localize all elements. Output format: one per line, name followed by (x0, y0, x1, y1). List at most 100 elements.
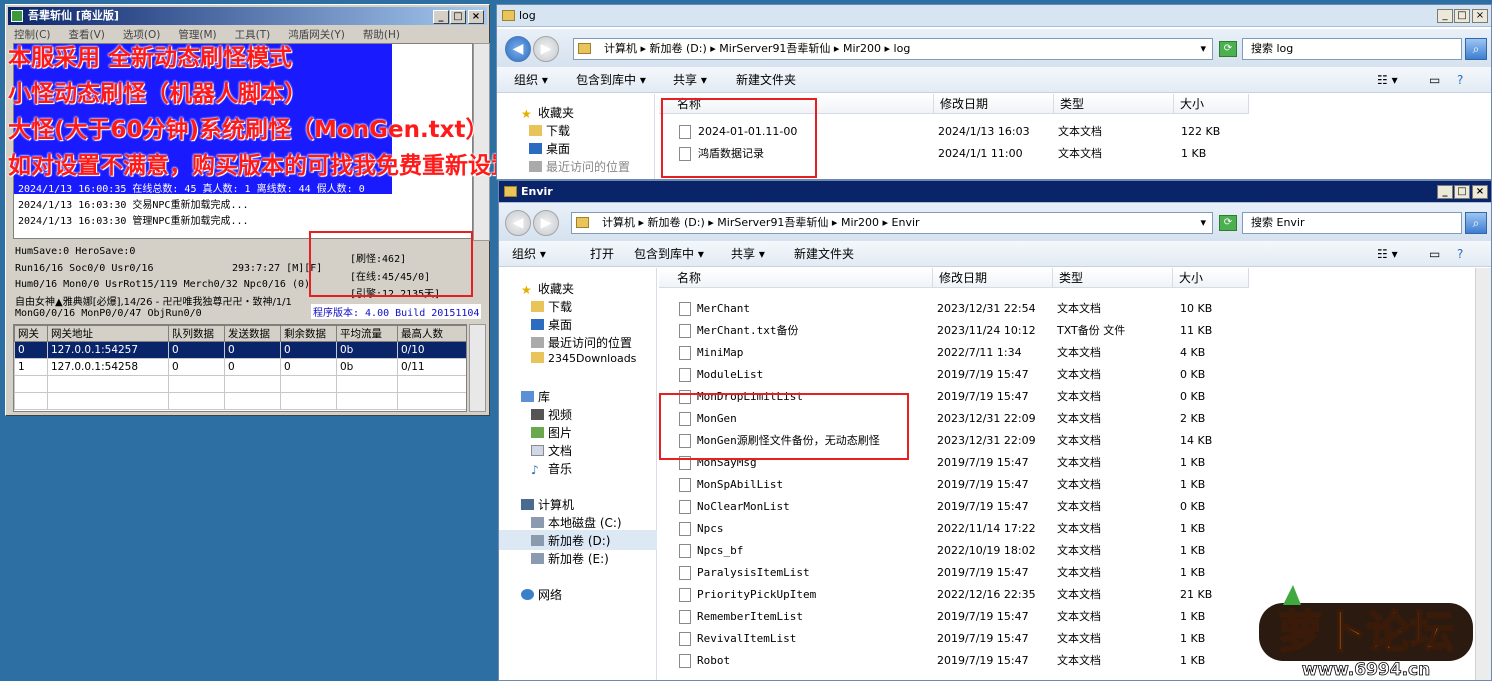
nav-pictures[interactable]: 图片 (531, 424, 572, 441)
search-icon[interactable]: ⌕ (1465, 212, 1487, 234)
breadcrumb-folder[interactable]: Mir200 (843, 42, 881, 55)
col-name[interactable]: 名称 (671, 268, 933, 288)
refresh-icon[interactable]: ⟳ (1219, 41, 1237, 57)
close-button[interactable]: × (1472, 9, 1488, 23)
list-item[interactable]: MonSpAbilList 2019/7/19 15:47 文本文档 1 KB (659, 474, 1259, 496)
forward-button[interactable]: ▶ (533, 210, 559, 236)
help-icon[interactable]: ? (1457, 241, 1463, 267)
nav-recent[interactable]: 最近访问的位置 (531, 334, 632, 351)
minimize-button[interactable]: _ (433, 10, 449, 24)
nav-drive-c[interactable]: 本地磁盘 (C:) (531, 514, 622, 531)
nav-libraries[interactable]: 库 (521, 388, 550, 405)
list-item[interactable]: ParalysisItemList 2019/7/19 15:47 文本文档 1 KB (659, 562, 1259, 584)
close-button[interactable]: × (1472, 185, 1488, 199)
preview-pane-icon[interactable]: ▭ (1429, 67, 1440, 93)
nav-desktop[interactable]: 桌面 (529, 140, 570, 157)
breadcrumb-computer[interactable]: 计算机 (604, 42, 637, 55)
list-item[interactable]: MerChant.txt备份 2023/11/24 10:12 TXT备份 文件 11… (659, 320, 1259, 342)
col-size[interactable]: 大小 (1174, 94, 1249, 114)
nav-drive-e[interactable]: 新加卷 (E:) (531, 550, 609, 567)
list-item[interactable]: RevivalItemList 2019/7/19 15:47 文本文档 1 KB (659, 628, 1259, 650)
breadcrumb-folder[interactable]: MirServer91吾辈斩仙 (717, 216, 828, 229)
nav-network[interactable]: 网络 (521, 586, 562, 603)
organize-button[interactable]: 组织 ▾ (512, 241, 546, 267)
include-library-button[interactable]: 包含到库中 ▾ (634, 241, 704, 267)
col-type[interactable]: 类型 (1053, 268, 1173, 288)
breadcrumb-computer[interactable]: 计算机 (602, 216, 635, 229)
table-row[interactable]: 0 127.0.0.1:54257 0 0 0 0b 0/10 (14, 341, 466, 359)
col-date[interactable]: 修改日期 (933, 268, 1053, 288)
help-icon[interactable]: ? (1457, 67, 1463, 93)
share-button[interactable]: 共享 ▾ (731, 241, 765, 267)
chevron-down-icon[interactable]: ▾ (1200, 39, 1206, 59)
nav-downloads[interactable]: 下载 (531, 298, 572, 315)
nav-documents[interactable]: 文档 (531, 442, 572, 459)
nav-music[interactable]: ♪ 音乐 (531, 460, 572, 477)
share-button[interactable]: 共享 ▾ (673, 67, 707, 93)
forward-button[interactable]: ▶ (533, 36, 559, 62)
col-sent[interactable]: 发送数据 (224, 325, 281, 342)
new-folder-button[interactable]: 新建文件夹 (794, 241, 854, 267)
list-item[interactable]: Robot 2019/7/19 15:47 文本文档 1 KB (659, 650, 1259, 672)
close-button[interactable]: × (468, 10, 484, 24)
maximize-button[interactable]: □ (450, 10, 466, 24)
list-item[interactable]: NoClearMonList 2019/7/19 15:47 文本文档 0 KB (659, 496, 1259, 518)
table-scrollbar[interactable] (469, 324, 486, 412)
chevron-down-icon[interactable]: ▾ (1200, 213, 1206, 233)
list-item[interactable]: MiniMap 2022/7/11 1:34 文本文档 4 KB (659, 342, 1259, 364)
maximize-button[interactable]: □ (1454, 9, 1470, 23)
organize-button[interactable]: 组织 ▾ (514, 67, 548, 93)
nav-favorites[interactable]: ★ 收藏夹 (521, 104, 574, 121)
col-gateway[interactable]: 网关 (14, 325, 48, 342)
minimize-button[interactable]: _ (1437, 185, 1453, 199)
col-remaining[interactable]: 剩余数据 (280, 325, 337, 342)
nav-2345downloads[interactable]: 2345Downloads (531, 352, 636, 365)
table-row[interactable]: 1 127.0.0.1:54258 0 0 0 0b 0/11 (14, 358, 466, 376)
nav-favorites[interactable]: ★ 收藏夹 (521, 280, 574, 297)
maximize-button[interactable]: □ (1454, 185, 1470, 199)
back-button[interactable]: ◀ (505, 210, 531, 236)
include-library-button[interactable]: 包含到库中 ▾ (576, 67, 646, 93)
breadcrumb-drive[interactable]: 新加卷 (D:) (648, 216, 705, 229)
gateway-table: 网关 网关地址 队列数据 发送数据 剩余数据 平均流量 最高人数 0 127.0.… (13, 324, 467, 412)
minimize-button[interactable]: _ (1437, 9, 1453, 23)
col-max-users[interactable]: 最高人数 (397, 325, 466, 342)
nav-desktop[interactable]: 桌面 (531, 316, 572, 333)
list-item[interactable]: Npcs 2022/11/14 17:22 文本文档 1 KB (659, 518, 1259, 540)
breadcrumb-folder[interactable]: Envir (892, 216, 920, 229)
new-folder-button[interactable]: 新建文件夹 (736, 67, 796, 93)
breadcrumb-folder[interactable]: log (894, 42, 911, 55)
view-icon[interactable]: ☷ ▾ (1377, 67, 1398, 93)
nav-videos[interactable]: 视频 (531, 406, 572, 423)
address-field[interactable]: 计算机 ▸ 新加卷 (D:) ▸ MirServer91吾辈斩仙 ▸ Mir20… (573, 38, 1213, 60)
col-type[interactable]: 类型 (1054, 94, 1174, 114)
back-button[interactable]: ◀ (505, 36, 531, 62)
search-icon[interactable]: ⌕ (1465, 38, 1487, 60)
open-button[interactable]: 打开 (590, 241, 614, 267)
list-item[interactable]: RememberItemList 2019/7/19 15:47 文本文档 1 KB (659, 606, 1259, 628)
nav-computer[interactable]: 计算机 (521, 496, 574, 513)
col-date[interactable]: 修改日期 (934, 94, 1054, 114)
col-queue[interactable]: 队列数据 (168, 325, 225, 342)
refresh-icon[interactable]: ⟳ (1219, 215, 1237, 231)
view-icon[interactable]: ☷ ▾ (1377, 241, 1398, 267)
col-size[interactable]: 大小 (1173, 268, 1249, 288)
nav-drive-d[interactable]: 新加卷 (D:) (499, 530, 657, 550)
list-item[interactable]: MerChant 2023/12/31 22:54 文本文档 10 KB (659, 298, 1259, 320)
list-item[interactable]: Npcs_bf 2022/10/19 18:02 文本文档 1 KB (659, 540, 1259, 562)
search-input[interactable]: 搜索 Envir (1242, 212, 1462, 234)
list-item[interactable]: PriorityPickUpItem 2022/12/16 22:35 文本文档 21… (659, 584, 1259, 606)
nav-recent[interactable]: 最近访问的位置 (529, 158, 630, 175)
list-item[interactable]: ModuleList 2019/7/19 15:47 文本文档 0 KB (659, 364, 1259, 386)
breadcrumb-folder[interactable]: MirServer91吾辈斩仙 (719, 42, 830, 55)
col-traffic[interactable]: 平均流量 (336, 325, 398, 342)
menu-help[interactable]: 帮助(H) (363, 29, 400, 41)
nav-downloads[interactable]: 下载 (529, 122, 570, 139)
breadcrumb-folder[interactable]: Mir200 (841, 216, 879, 229)
breadcrumb-drive[interactable]: 新加卷 (D:) (650, 42, 707, 55)
address-field[interactable]: 计算机 ▸ 新加卷 (D:) ▸ MirServer91吾辈斩仙 ▸ Mir20… (571, 212, 1213, 234)
col-address[interactable]: 网关地址 (47, 325, 169, 342)
preview-pane-icon[interactable]: ▭ (1429, 241, 1440, 267)
search-input[interactable]: 搜索 log (1242, 38, 1462, 60)
menu-gateway[interactable]: 鸿盾网关(Y) (288, 29, 345, 41)
